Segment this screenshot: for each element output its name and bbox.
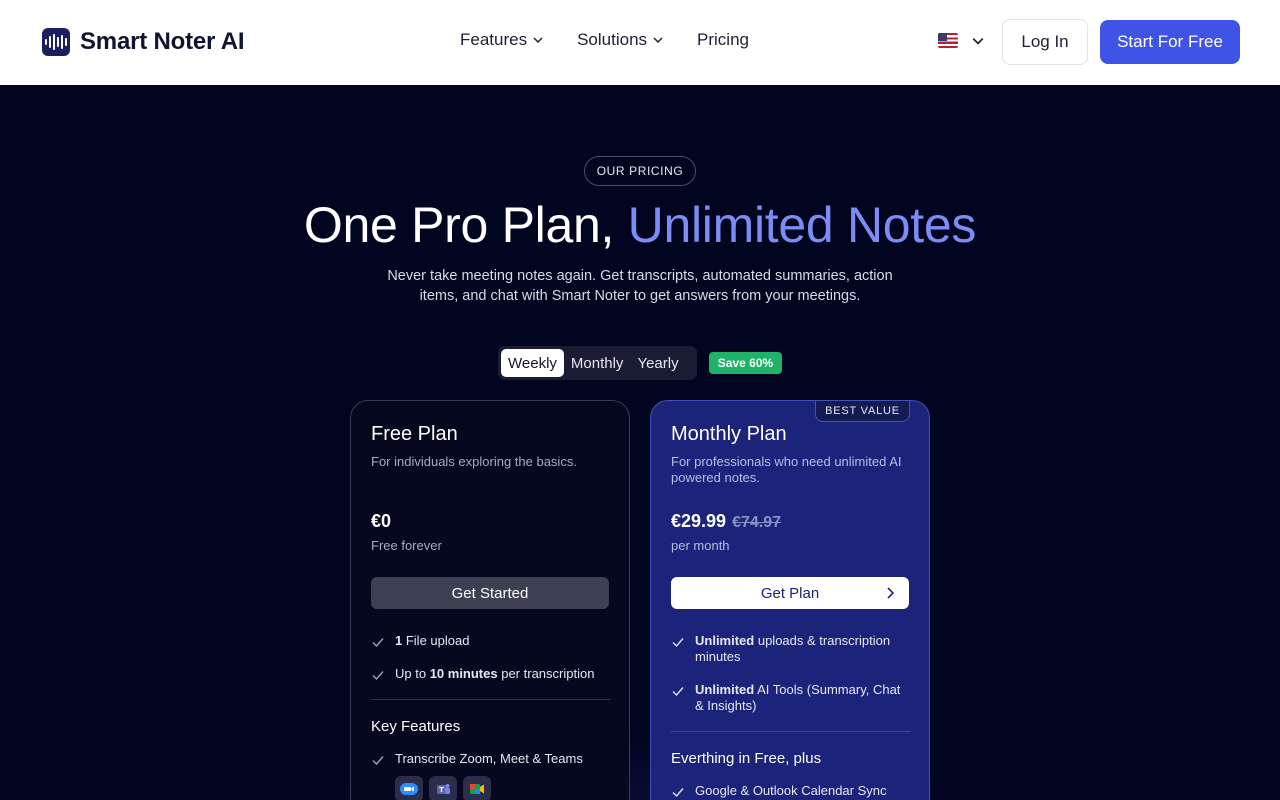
feature-bold: 10 minutes bbox=[429, 666, 498, 681]
check-icon bbox=[372, 671, 384, 681]
brand-logo[interactable]: Smart Noter AI bbox=[42, 28, 245, 56]
svg-text:T: T bbox=[439, 786, 444, 794]
get-plan-label: Get Plan bbox=[760, 584, 820, 602]
chevron-down-icon bbox=[533, 37, 543, 44]
feature-item: Transcribe Zoom, Meet & Teams bbox=[371, 751, 611, 767]
free-plan-card: Free Plan For individuals exploring the … bbox=[350, 400, 630, 800]
price-note: per month bbox=[671, 538, 730, 553]
hero-subtitle: Never take meeting notes again. Get tran… bbox=[387, 268, 893, 304]
feature-item: Unlimited AI Tools (Summary, Chat & Insi… bbox=[671, 682, 911, 714]
best-value-badge: BEST VALUE bbox=[815, 400, 910, 422]
original-price: €74.97 bbox=[732, 514, 781, 531]
zoom-icon bbox=[395, 776, 423, 800]
sound-wave-logo-icon bbox=[42, 28, 70, 56]
feature-item: Unlimited uploads & transcription minute… bbox=[671, 633, 911, 665]
headline-accent: Unlimited Notes bbox=[627, 197, 977, 253]
price-note: Free forever bbox=[371, 538, 442, 553]
chevron-down-icon bbox=[972, 37, 984, 45]
feature-bold: Unlimited bbox=[695, 682, 755, 697]
feature-item: Up to 10 minutes per transcription bbox=[371, 666, 611, 682]
toggle-monthly[interactable]: Monthly bbox=[564, 349, 631, 377]
headline-main: One Pro Plan, bbox=[303, 197, 628, 253]
feature-prefix: Up to bbox=[395, 666, 430, 681]
feature-text: Transcribe Zoom, Meet & Teams bbox=[395, 751, 583, 766]
feature-bold: Unlimited bbox=[695, 633, 755, 648]
plan-title: Free Plan bbox=[371, 423, 458, 445]
billing-period-toggle: Weekly Monthly Yearly bbox=[498, 346, 697, 380]
feature-text: Google & Outlook Calendar Sync bbox=[695, 783, 887, 798]
price-row: €0 bbox=[371, 511, 391, 532]
nav-features[interactable]: Features bbox=[460, 30, 543, 50]
toggle-weekly[interactable]: Weekly bbox=[501, 349, 564, 377]
check-icon bbox=[672, 788, 684, 798]
chevron-right-icon bbox=[887, 587, 895, 599]
nav-pricing-label: Pricing bbox=[697, 30, 749, 49]
nav-solutions[interactable]: Solutions bbox=[577, 30, 663, 50]
integration-icons: T bbox=[395, 776, 611, 800]
chevron-down-icon bbox=[653, 37, 663, 44]
hero-background bbox=[0, 85, 1280, 800]
main-nav: Features Solutions Pricing bbox=[460, 30, 749, 50]
site-header: Smart Noter AI Features Solutions Pricin… bbox=[0, 0, 1280, 85]
feature-item: 1 File upload bbox=[371, 633, 611, 649]
plan-price: €29.99 bbox=[671, 511, 727, 531]
feature-text: per transcription bbox=[497, 666, 595, 681]
plan-title: Monthly Plan bbox=[671, 423, 787, 445]
us-flag-icon bbox=[938, 33, 958, 48]
pricing-badge: OUR PRICING bbox=[584, 156, 696, 186]
nav-pricing[interactable]: Pricing bbox=[697, 30, 749, 50]
nav-solutions-label: Solutions bbox=[577, 30, 648, 49]
nav-features-label: Features bbox=[460, 30, 528, 49]
check-icon bbox=[372, 638, 384, 648]
divider bbox=[671, 731, 911, 732]
price-row: €29.99 €74.97 bbox=[671, 511, 781, 532]
feature-item: Google & Outlook Calendar Sync bbox=[671, 783, 911, 799]
plan-price: €0 bbox=[371, 511, 392, 531]
check-icon bbox=[672, 687, 684, 697]
brand-name: Smart Noter AI bbox=[80, 28, 245, 55]
feature-list: 1 File upload Up to 10 minutes per trans… bbox=[371, 633, 611, 800]
section-title: Everthing in Free, plus bbox=[671, 750, 822, 767]
save-badge: Save 60% bbox=[709, 352, 782, 374]
get-plan-button[interactable]: Get Plan bbox=[671, 577, 909, 609]
divider bbox=[371, 699, 611, 700]
page-title: One Pro Plan, Unlimited Notes bbox=[0, 196, 1280, 254]
get-started-button[interactable]: Get Started bbox=[371, 577, 609, 609]
login-button[interactable]: Log In bbox=[1002, 19, 1088, 65]
check-icon bbox=[372, 756, 384, 766]
check-icon bbox=[672, 638, 684, 648]
monthly-plan-card: Monthly Plan For professionals who need … bbox=[650, 400, 930, 800]
google-meet-icon bbox=[463, 776, 491, 800]
language-selector[interactable] bbox=[938, 33, 984, 48]
teams-icon: T bbox=[429, 776, 457, 800]
start-for-free-button[interactable]: Start For Free bbox=[1100, 20, 1240, 64]
section-title: Key Features bbox=[371, 718, 461, 735]
feature-list: Unlimited uploads & transcription minute… bbox=[671, 633, 911, 800]
plan-description: For professionals who need unlimited AI … bbox=[671, 454, 902, 485]
feature-text: File upload bbox=[402, 633, 470, 648]
toggle-yearly[interactable]: Yearly bbox=[630, 349, 685, 377]
plan-description: For individuals exploring the basics. bbox=[371, 454, 577, 469]
